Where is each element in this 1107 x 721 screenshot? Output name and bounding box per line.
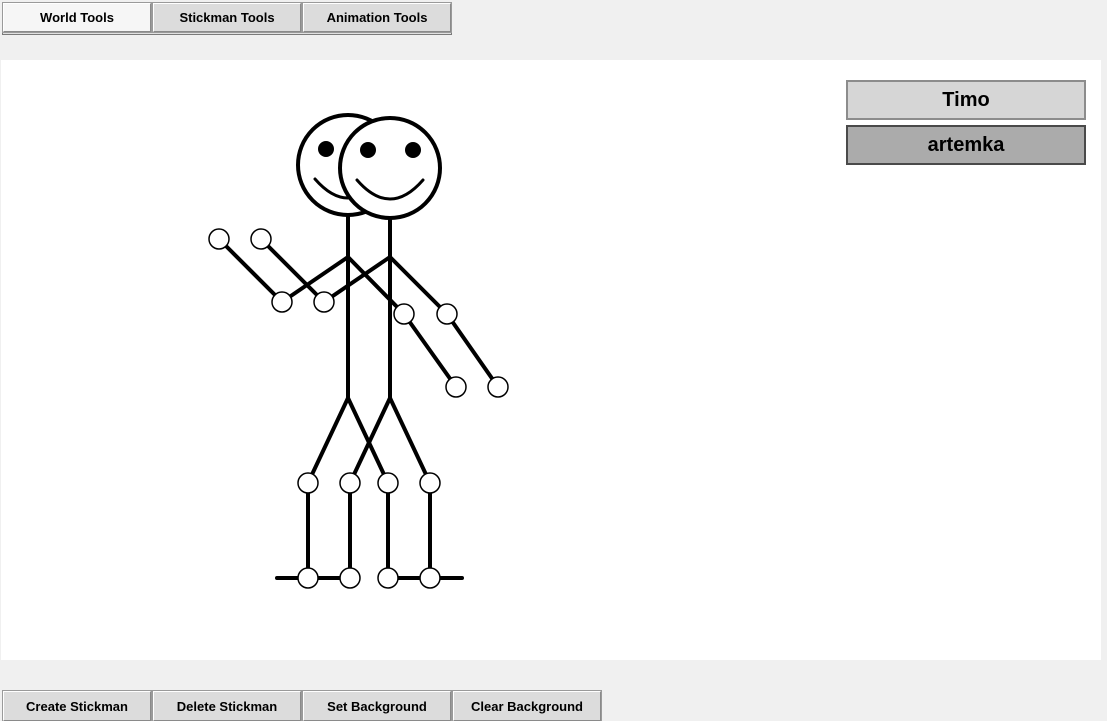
delete-stickman-button[interactable]: Delete Stickman bbox=[152, 690, 302, 721]
tab-world-tools[interactable]: World Tools bbox=[2, 2, 152, 33]
artemka-right-thigh bbox=[388, 396, 432, 485]
stickman-list: Timo artemka bbox=[846, 80, 1086, 170]
joint-handle[interactable] bbox=[250, 228, 272, 250]
joint-handle[interactable] bbox=[445, 376, 467, 398]
artemka-right-eye bbox=[405, 142, 421, 158]
joint-handle[interactable] bbox=[436, 303, 458, 325]
joint-handle[interactable] bbox=[297, 472, 319, 494]
joint-handle[interactable] bbox=[271, 291, 293, 313]
joint-handle[interactable] bbox=[208, 228, 230, 250]
app-window: World Tools Stickman Tools Animation Too… bbox=[0, 0, 1107, 721]
joint-handle[interactable] bbox=[487, 376, 509, 398]
timo-right-forearm bbox=[402, 312, 458, 389]
stickman-artemka[interactable] bbox=[259, 116, 500, 580]
clear-background-button[interactable]: Clear Background bbox=[452, 690, 602, 721]
joint-handle[interactable] bbox=[377, 472, 399, 494]
drawing-canvas[interactable]: Timo artemka bbox=[1, 60, 1101, 660]
timo-left-eye bbox=[318, 141, 334, 157]
tab-animation-tools[interactable]: Animation Tools bbox=[302, 2, 452, 33]
joint-handle[interactable] bbox=[297, 567, 319, 589]
tool-tabs: World Tools Stickman Tools Animation Too… bbox=[2, 2, 452, 35]
timo-left-thigh bbox=[306, 396, 350, 485]
artemka-right-forearm bbox=[445, 312, 500, 389]
joint-handles bbox=[208, 228, 509, 589]
artemka-left-eye bbox=[360, 142, 376, 158]
joint-handle[interactable] bbox=[393, 303, 415, 325]
world-toolbar: Create Stickman Delete Stickman Set Back… bbox=[2, 690, 602, 721]
joint-handle[interactable] bbox=[419, 567, 441, 589]
tab-stickman-tools[interactable]: Stickman Tools bbox=[152, 2, 302, 33]
joint-handle[interactable] bbox=[419, 472, 441, 494]
set-background-button[interactable]: Set Background bbox=[302, 690, 452, 721]
create-stickman-button[interactable]: Create Stickman bbox=[2, 690, 152, 721]
artemka-head bbox=[338, 116, 442, 220]
joint-handle[interactable] bbox=[339, 472, 361, 494]
stickman-list-item-artemka[interactable]: artemka bbox=[846, 125, 1086, 165]
stickman-list-item-timo[interactable]: Timo bbox=[846, 80, 1086, 120]
joint-handle[interactable] bbox=[377, 567, 399, 589]
joint-handle[interactable] bbox=[339, 567, 361, 589]
joint-handle[interactable] bbox=[313, 291, 335, 313]
